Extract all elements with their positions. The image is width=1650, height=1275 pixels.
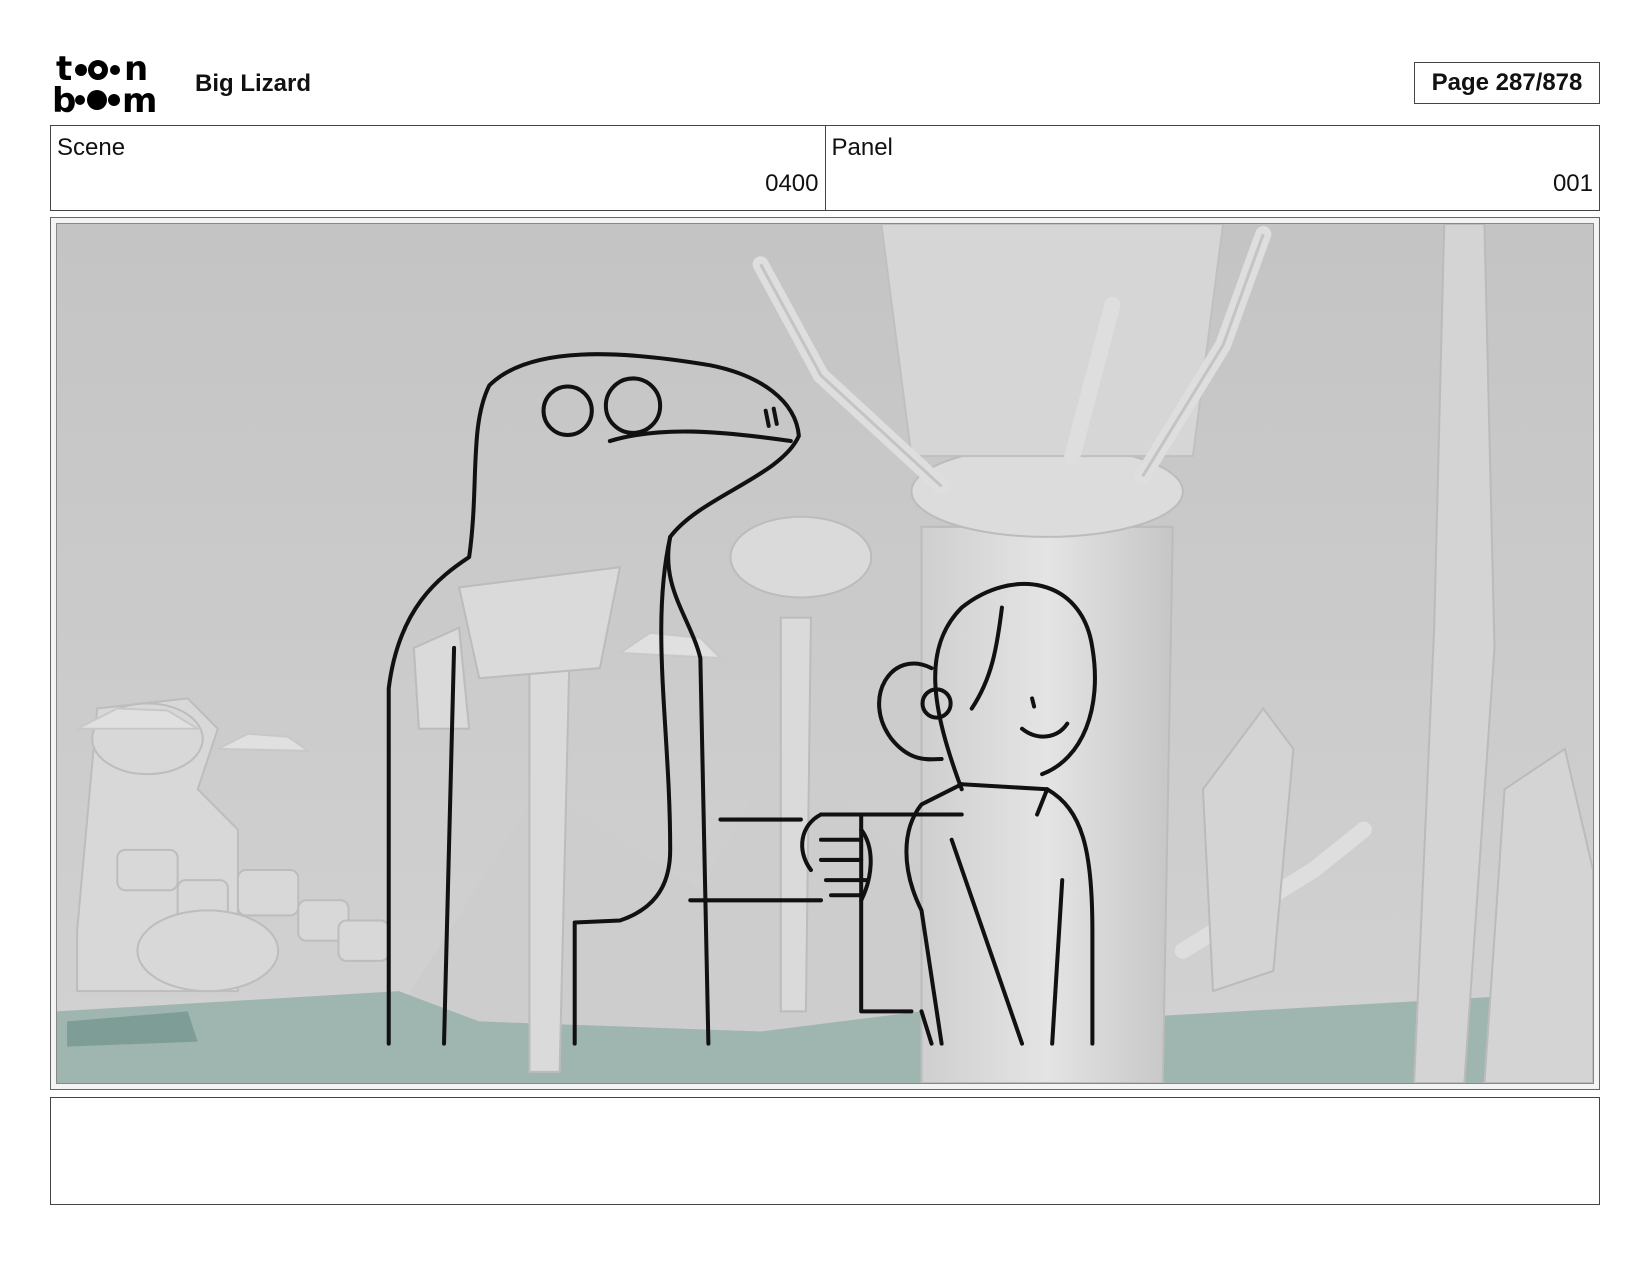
svg-text:b: b bbox=[52, 81, 76, 114]
project-title: Big Lizard bbox=[195, 70, 312, 97]
scene-label: Scene bbox=[57, 134, 126, 161]
scene-number: 0400 bbox=[765, 170, 819, 197]
svg-text:m: m bbox=[122, 81, 157, 114]
toonboom-logo: t n b m bbox=[52, 49, 170, 121]
panel-number: 001 bbox=[1552, 170, 1593, 197]
page-number: Page 287/878 bbox=[1414, 62, 1600, 104]
storyboard-panel bbox=[50, 217, 1600, 1090]
panel-image bbox=[56, 223, 1594, 1084]
scene-cell: Scene 0400 bbox=[51, 126, 825, 210]
panel-cell: Panel 001 bbox=[824, 126, 1600, 210]
scene-panel-info: Scene 0400 Panel 001 bbox=[50, 125, 1600, 211]
panel-notes bbox=[50, 1097, 1600, 1205]
panel-label: Panel bbox=[831, 134, 893, 161]
